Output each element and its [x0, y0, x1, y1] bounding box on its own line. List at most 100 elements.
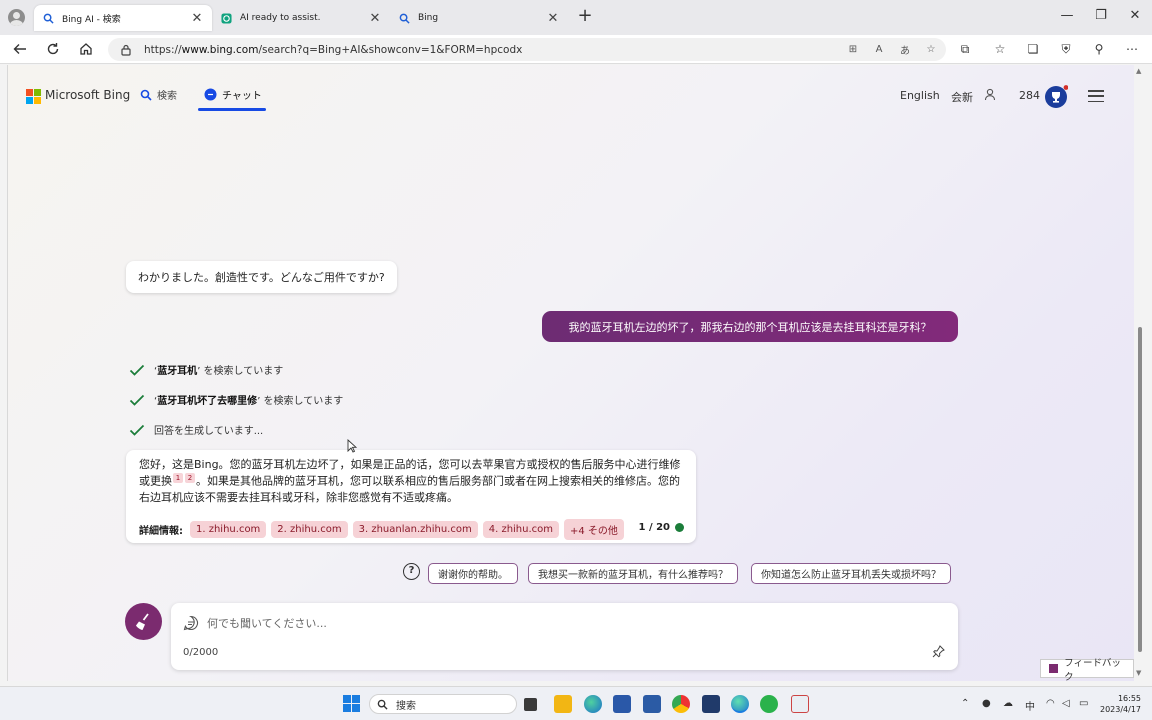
feedback-button[interactable]: フィードバック — [1040, 658, 1134, 681]
search-icon — [377, 699, 388, 710]
more-menu-icon[interactable]: ⋯ — [1124, 41, 1140, 57]
app-icon[interactable] — [643, 695, 661, 713]
tab-bing-ai-search[interactable]: Bing AI - 検索 ✕ — [34, 5, 212, 31]
extensions-icon[interactable]: ⧉ — [957, 41, 973, 57]
menu-hamburger-icon[interactable] — [1088, 90, 1104, 102]
store-icon[interactable] — [613, 695, 631, 713]
new-topic-broom-button[interactable] — [125, 603, 162, 640]
nav-search-tab[interactable]: 検索 — [140, 87, 177, 102]
language-switch[interactable]: English — [900, 89, 940, 102]
bing-chat-page: Microsoft Bing 検索 チャット English 会新 284 わか… — [7, 65, 1134, 681]
system-clock[interactable]: 16:55 2023/4/17 — [1100, 693, 1141, 715]
show-hidden-icons-icon[interactable]: ⌃ — [961, 698, 969, 709]
restore-icon[interactable]: ❐ — [1091, 8, 1111, 23]
battery-icon[interactable]: ▭ — [1079, 698, 1088, 709]
help-question-icon[interactable]: ? — [403, 563, 420, 580]
address-bar[interactable]: https://www.bing.com/search?q=Bing+AI&sh… — [108, 38, 946, 61]
checkmark-icon — [129, 424, 145, 436]
answer-text[interactable]: 您好，这是Bing。您的蓝牙耳机左边坏了，如果是正品的话，您可以去苹果官方或授权… — [139, 457, 687, 506]
cloud-tray-icon[interactable]: ☁ — [1003, 698, 1013, 709]
brand-name[interactable]: Microsoft Bing — [45, 88, 130, 102]
reference-link[interactable]: 3. zhuanlan.zhihu.com — [352, 521, 478, 538]
app-available-icon[interactable]: ⊞ — [846, 42, 860, 56]
search-step: ‘蓝牙耳机坏了去哪里修’ を検索しています — [129, 392, 343, 407]
pin-icon[interactable] — [932, 645, 946, 659]
nav-chat-tab[interactable]: チャット — [204, 87, 262, 102]
url-text: https://www.bing.com/search?q=Bing+AI&sh… — [144, 43, 523, 56]
close-tab-icon[interactable]: ✕ — [368, 11, 382, 26]
profile-avatar-icon[interactable] — [8, 9, 25, 26]
bing-header: Microsoft Bing 検索 チャット English 会新 284 — [8, 65, 1134, 115]
user-message-bubble: 我的蓝牙耳机左边的坏了，那我右边的那个耳机应该是去挂耳科还是牙科？ — [542, 311, 958, 342]
tab-bing[interactable]: Bing ✕ — [390, 5, 568, 31]
reference-link[interactable]: 2. zhihu.com — [271, 521, 348, 538]
citation-2[interactable]: 2 — [185, 473, 195, 483]
favorites-icon[interactable]: ☆ — [992, 41, 1008, 57]
turn-counter: 1 / 20 — [639, 522, 684, 533]
char-counter: 0/2000 — [183, 647, 219, 658]
search-icon — [398, 12, 410, 24]
favorite-star-icon[interactable]: ☆ — [924, 42, 938, 56]
chrome-icon[interactable] — [672, 695, 690, 713]
active-tab-indicator — [198, 108, 266, 111]
close-window-icon[interactable]: ✕ — [1125, 8, 1145, 23]
references-label: 詳細情報: — [139, 526, 183, 537]
edge-dev-icon[interactable] — [731, 695, 749, 713]
tab-label: Bing — [418, 13, 439, 23]
new-tab-button[interactable]: + — [576, 7, 594, 26]
bot-answer-card: 您好，这是Bing。您的蓝牙耳机左边坏了，如果是正品的话，您可以去苹果官方或授权… — [126, 450, 696, 543]
scroll-up-icon[interactable]: ▲ — [1136, 67, 1141, 75]
task-view-icon[interactable] — [524, 698, 537, 711]
microsoft-logo-icon[interactable] — [26, 89, 41, 104]
status-dot-icon — [675, 523, 684, 532]
snipping-tool-icon[interactable] — [791, 695, 809, 713]
windows-start-icon[interactable] — [343, 695, 361, 713]
wechat-icon[interactable] — [760, 695, 778, 713]
citation-1[interactable]: 1 — [173, 473, 183, 483]
suggestion-chip[interactable]: 谢谢你的帮助。 — [428, 563, 518, 584]
taskbar-search[interactable]: 搜索 — [369, 694, 517, 714]
chat-input[interactable] — [207, 612, 907, 634]
translate-icon[interactable]: あ — [898, 42, 912, 57]
volume-icon[interactable]: ◁ — [1062, 698, 1070, 709]
user-icon[interactable] — [983, 87, 997, 104]
checkmark-icon — [129, 394, 145, 406]
suggestion-chip[interactable]: 我想买一款新的蓝牙耳机，有什么推荐吗？ — [528, 563, 738, 584]
reference-link[interactable]: 4. zhihu.com — [482, 521, 560, 538]
wifi-icon[interactable]: ◠ — [1046, 698, 1055, 709]
home-icon[interactable] — [77, 40, 95, 58]
collections-icon[interactable]: ❏ — [1025, 41, 1041, 57]
page-scrollbar[interactable]: ▲ ▼ — [1134, 65, 1146, 681]
rewards-trophy-icon[interactable] — [1044, 85, 1069, 112]
performance-icon[interactable]: ⚲ — [1091, 41, 1107, 57]
scroll-down-icon[interactable]: ▼ — [1136, 669, 1141, 677]
address-bar-row: https://www.bing.com/search?q=Bing+AI&sh… — [0, 35, 1152, 64]
rewards-points[interactable]: 284 — [1019, 89, 1040, 102]
chatgpt-icon — [220, 12, 232, 24]
back-arrow-icon[interactable] — [11, 40, 29, 58]
minimize-icon[interactable]: — — [1057, 8, 1077, 23]
qq-tray-icon[interactable]: ● — [982, 698, 991, 709]
signin-link[interactable]: 会新 — [951, 89, 973, 105]
windows-taskbar: 搜索 ⌃ ● ☁ 中 ◠ ◁ ▭ 16:55 2023/4/17 — [0, 686, 1152, 720]
scrollbar-thumb[interactable] — [1138, 327, 1142, 652]
refresh-icon[interactable] — [44, 40, 62, 58]
read-aloud-icon[interactable]: A — [872, 42, 886, 56]
app-icon[interactable] — [702, 695, 720, 713]
file-explorer-icon[interactable] — [554, 695, 572, 713]
chat-composer-icon — [183, 615, 199, 631]
suggestion-chip[interactable]: 你知道怎么防止蓝牙耳机丢失或损坏吗？ — [751, 563, 951, 584]
search-icon — [42, 12, 54, 24]
more-references-link[interactable]: +4 その他 — [564, 519, 624, 540]
close-tab-icon[interactable]: ✕ — [190, 11, 204, 26]
reference-link[interactable]: 1. zhihu.com — [190, 521, 267, 538]
references-row: 詳細情報: 1. zhihu.com 2. zhihu.com 3. zhuan… — [139, 519, 624, 540]
lock-icon[interactable] — [120, 44, 134, 56]
browser-essentials-icon[interactable]: ⛨ — [1058, 41, 1074, 57]
edge-browser-icon[interactable] — [584, 695, 602, 713]
chat-bubble-icon — [204, 88, 217, 101]
ime-indicator[interactable]: 中 — [1025, 698, 1035, 713]
close-tab-icon[interactable]: ✕ — [546, 11, 560, 26]
tab-ai-ready[interactable]: AI ready to assist. ✕ — [212, 5, 390, 31]
bot-greeting-bubble: わかりました。創造性です。どんなご用件ですか? — [126, 261, 397, 293]
